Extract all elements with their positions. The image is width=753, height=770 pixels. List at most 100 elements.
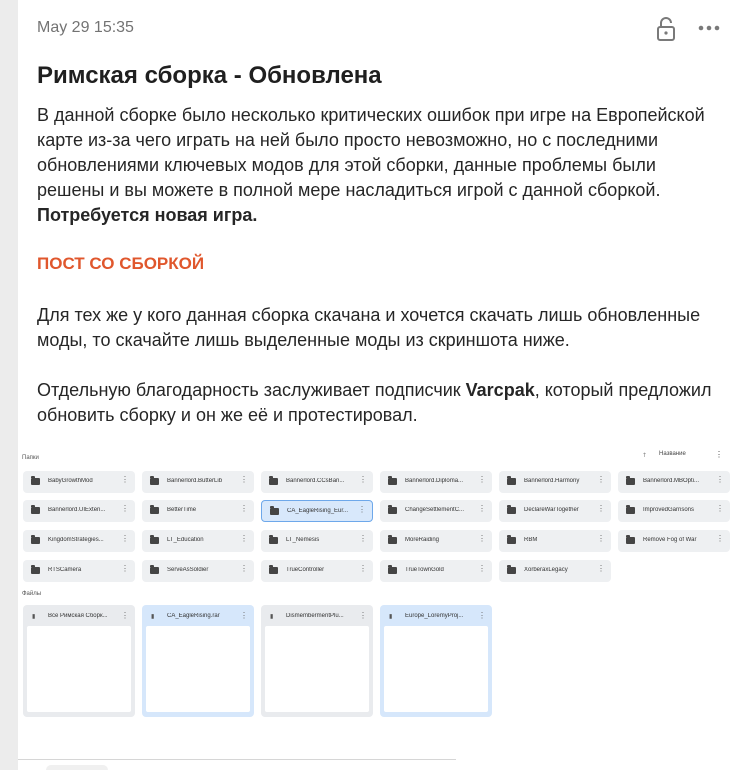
folder-menu-icon[interactable]: ⋮ [358, 506, 366, 514]
folder-icon [388, 505, 397, 514]
file-preview [384, 626, 488, 712]
folder-menu-icon[interactable]: ⋮ [121, 535, 129, 543]
folder-menu-icon[interactable]: ⋮ [121, 476, 129, 484]
folder-item[interactable]: MoreRaiding ⋮ [380, 530, 492, 552]
folder-name: LT_Education [167, 537, 204, 543]
file-type-icon: ▮ [151, 614, 155, 620]
folder-menu-icon[interactable]: ⋮ [359, 565, 367, 573]
folder-menu-icon[interactable]: ⋮ [359, 535, 367, 543]
files-label: Файлы [22, 591, 42, 597]
folder-icon [270, 506, 279, 515]
folder-item[interactable]: ImprovedGarrisons ⋮ [618, 500, 730, 522]
folder-item[interactable]: LT_Education ⋮ [142, 530, 254, 552]
folder-icon [507, 476, 516, 485]
folder-name: TrueController [286, 567, 325, 573]
folder-menu-icon[interactable]: ⋮ [240, 535, 248, 543]
post-card: May 29 15:35 Римская сборка - Обновлена … [18, 0, 753, 770]
folder-name: CA_EagleRising_Eur... [287, 508, 349, 514]
file-item[interactable]: ▮ DismembermentPlu... ⋮ [261, 605, 373, 717]
folder-menu-icon[interactable]: ⋮ [597, 565, 605, 573]
folder-icon [150, 565, 159, 574]
folder-menu-icon[interactable]: ⋮ [359, 476, 367, 484]
file-item[interactable]: ▮ Europe_LoremyProj... ⋮ [380, 605, 492, 717]
folder-icon [507, 565, 516, 574]
folder-name: ServeAsSoldier [167, 567, 209, 573]
file-item[interactable]: ▮ CA_EagleRising.rar ⋮ [142, 605, 254, 717]
folder-item[interactable]: CA_EagleRising_Eur... ⋮ [261, 500, 373, 522]
folder-item[interactable]: Bannerlord.CCsBan... ⋮ [261, 471, 373, 493]
folder-menu-icon[interactable]: ⋮ [716, 535, 724, 543]
more-dots-icon[interactable] [697, 19, 721, 37]
folder-menu-icon[interactable]: ⋮ [478, 535, 486, 543]
folder-name: MoreRaiding [405, 537, 440, 543]
folder-icon [269, 476, 278, 485]
folder-menu-icon[interactable]: ⋮ [597, 535, 605, 543]
folder-name: ImprovedGarrisons [643, 507, 695, 513]
folder-menu-icon[interactable]: ⋮ [597, 476, 605, 484]
folder-item[interactable]: TrueController ⋮ [261, 560, 373, 582]
folder-name: Bannerlord.Harmony [524, 478, 580, 484]
folder-menu-icon[interactable]: ⋮ [121, 505, 129, 513]
paragraph-3-start: Отдельную благодарность заслуживает подп… [37, 380, 466, 400]
file-menu-icon[interactable]: ⋮ [478, 611, 486, 620]
folder-icon [31, 535, 40, 544]
paragraph-1-bold: Потребуется новая игра. [37, 205, 258, 225]
folder-menu-icon[interactable]: ⋮ [240, 565, 248, 573]
folder-menu-icon[interactable]: ⋮ [716, 505, 724, 513]
embedded-screenshot: Папки 🡑 Название ⋮ Файлы BabyGrowthMod ⋮ B… [18, 445, 738, 725]
subscriber-name: Varcpak [465, 380, 535, 400]
file-menu-icon[interactable]: ⋮ [240, 611, 248, 620]
folder-icon [388, 565, 397, 574]
folder-item[interactable]: KingdomStrategies... ⋮ [23, 530, 135, 552]
paragraph-1-text: В данной сборке было несколько критическ… [37, 105, 705, 200]
folder-item[interactable]: Remove Fog of War ⋮ [618, 530, 730, 552]
folder-menu-icon[interactable]: ⋮ [478, 505, 486, 513]
folder-name: Bannerlord.UIExten... [48, 507, 106, 513]
file-name: Все Римская Сборк... [48, 613, 108, 619]
folder-icon [31, 505, 40, 514]
folder-item[interactable]: RTSCamera ⋮ [23, 560, 135, 582]
file-name: CA_EagleRising.rar [167, 613, 220, 619]
folder-item[interactable]: Bannerlord.Diploma... ⋮ [380, 471, 492, 493]
file-menu-icon[interactable]: ⋮ [359, 611, 367, 620]
file-type-icon: ▮ [389, 614, 393, 620]
folder-item[interactable]: DeclareWarTogether ⋮ [499, 500, 611, 522]
folder-icon [626, 505, 635, 514]
folder-item[interactable]: Bannerlord.ButterLib ⋮ [142, 471, 254, 493]
file-preview [27, 626, 131, 712]
folder-menu-icon[interactable]: ⋮ [716, 476, 724, 484]
folder-item[interactable]: RBM ⋮ [499, 530, 611, 552]
assembly-post-link[interactable]: ПОСТ СО СБОРКОЙ [37, 254, 204, 274]
file-item[interactable]: ▮ Все Римская Сборк... ⋮ [23, 605, 135, 717]
folder-icon [388, 535, 397, 544]
folder-icon [388, 476, 397, 485]
folder-item[interactable]: Bannerlord.Harmony ⋮ [499, 471, 611, 493]
folder-menu-icon[interactable]: ⋮ [240, 505, 248, 513]
folder-item[interactable]: BetterTime ⋮ [142, 500, 254, 522]
folder-menu-icon[interactable]: ⋮ [121, 565, 129, 573]
sort-label: Название [659, 451, 686, 457]
post-paragraph-1: В данной сборке было несколько критическ… [37, 103, 717, 228]
folder-name: BetterTime [167, 507, 197, 513]
folder-icon [150, 505, 159, 514]
folder-menu-icon[interactable]: ⋮ [478, 476, 486, 484]
lock-open-icon[interactable] [655, 16, 677, 42]
divider [18, 759, 456, 760]
file-name: DismembermentPlu... [286, 613, 344, 619]
folder-item[interactable]: ServeAsSoldier ⋮ [142, 560, 254, 582]
folder-menu-icon[interactable]: ⋮ [240, 476, 248, 484]
folder-menu-icon[interactable]: ⋮ [597, 505, 605, 513]
folder-item[interactable]: Bannerlord.MBOpti... ⋮ [618, 471, 730, 493]
folder-item[interactable]: LT_Nemesis ⋮ [261, 530, 373, 552]
folder-icon [269, 565, 278, 574]
file-menu-icon[interactable]: ⋮ [121, 611, 129, 620]
folder-icon [507, 505, 516, 514]
folder-item[interactable]: ChangeSettlementC... ⋮ [380, 500, 492, 522]
file-name: Europe_LoremyProj... [405, 613, 464, 619]
folder-item[interactable]: BabyGrowthMod ⋮ [23, 471, 135, 493]
folder-item[interactable]: XorberaxLegacy ⋮ [499, 560, 611, 582]
folder-menu-icon[interactable]: ⋮ [478, 565, 486, 573]
folder-item[interactable]: TrueTownGold ⋮ [380, 560, 492, 582]
folder-item[interactable]: Bannerlord.UIExten... ⋮ [23, 500, 135, 522]
folder-icon [626, 476, 635, 485]
